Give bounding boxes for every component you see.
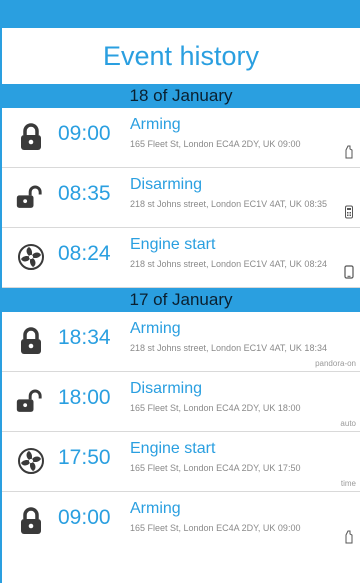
event-address: 218 st Johns street, London EC1V 4AT, UK… [130,343,327,353]
event-type: Disarming [130,380,203,397]
event-time: 09:00 [58,122,111,145]
event-row[interactable]: 17:50 Engine start 165 Fleet St, London EC… [2,432,360,492]
event-address: 165 Fleet St, London EC4A 2DY, UK 18:00 [130,403,301,413]
lock-closed-icon [16,506,46,536]
lock-open-icon [16,386,46,416]
status-bar [2,0,360,28]
event-address: 218 st Johns street, London EC1V 4AT, UK… [130,259,327,269]
event-type: Arming [130,320,181,337]
event-time: 18:00 [58,386,111,409]
event-type: Disarming [130,176,203,193]
event-time: 09:00 [58,506,111,529]
event-type: Engine start [130,440,216,457]
event-row[interactable]: 09:00 Arming 165 Fleet St, London EC4A 2DY… [2,492,360,552]
event-address: 165 Fleet St, London EC4A 2DY, UK 17:50 [130,463,301,473]
event-list: 18 of January 09:00 Arming 165 Fleet St, Lo… [2,84,360,552]
lock-closed-icon [16,326,46,356]
remote-icon [344,205,354,219]
event-address: 165 Fleet St, London EC4A 2DY, UK 09:00 [130,139,301,149]
event-address: 165 Fleet St, London EC4A 2DY, UK 09:00 [130,523,301,533]
engine-fan-icon [16,446,46,476]
event-time: 17:50 [58,446,111,469]
event-row[interactable]: 09:00 Arming 165 Fleet St, London EC4A 2DY… [2,108,360,168]
event-time: 18:34 [58,326,111,349]
event-time: 08:24 [58,242,111,265]
lock-closed-icon [16,122,46,152]
event-source-label: auto [340,419,356,428]
smartphone-icon [344,265,354,279]
event-row[interactable]: 18:00 Disarming 165 Fleet St, London EC4A … [2,372,360,432]
event-row[interactable]: 08:24 Engine start 218 st Johns street, Lo… [2,228,360,288]
key-fob-icon [344,145,354,159]
day-header: 18 of January [2,84,360,108]
key-fob-icon [344,530,354,544]
event-source-label: time [340,479,356,488]
engine-fan-icon [16,242,46,272]
day-header: 17 of January [2,288,360,312]
event-type: Arming [130,500,181,517]
lock-open-icon [16,182,46,212]
event-history-screen: Event history 18 of January 09:00 Arming 16… [0,0,360,583]
event-type: Engine start [130,236,216,253]
event-row[interactable]: 18:34 Arming 218 st Johns street, London E… [2,312,360,372]
event-row[interactable]: 08:35 Disarming 218 st Johns street, Londo… [2,168,360,228]
event-type: Arming [130,116,181,133]
page-title: Event history [102,40,260,71]
event-time: 08:35 [58,182,111,205]
event-address: 218 st Johns street, London EC1V 4AT, UK… [130,199,327,209]
event-source-label: pandora-on [315,359,356,368]
